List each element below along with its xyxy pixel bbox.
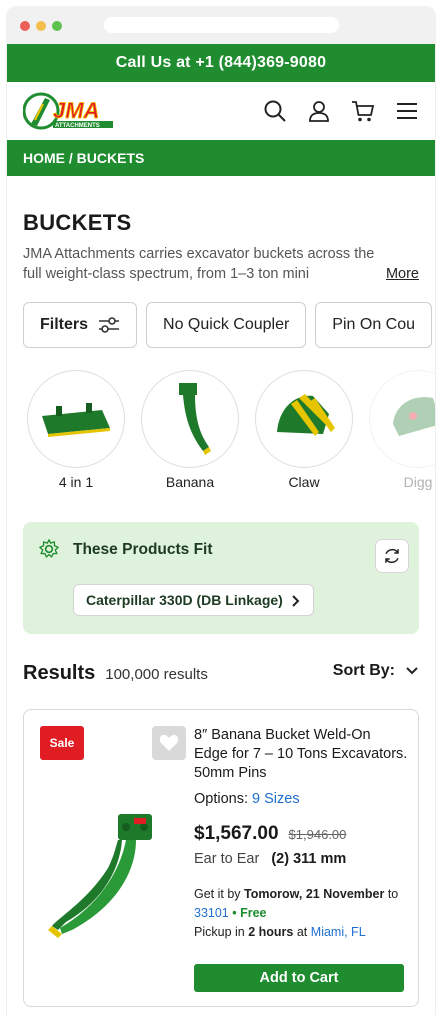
chevron-right-icon (292, 595, 300, 607)
page-description: JMA Attachments carries excavator bucket… (23, 246, 375, 282)
sale-badge: Sale (40, 726, 84, 760)
menu-icon[interactable] (395, 99, 419, 123)
wishlist-button[interactable] (152, 726, 186, 760)
call-text[interactable]: Call Us at +1 (844)369-9080 (116, 54, 326, 72)
category-claw[interactable]: Claw (255, 370, 353, 490)
description-row: JMA Attachments carries excavator bucket… (23, 244, 419, 284)
category-4-in-1[interactable]: 4 in 1 (27, 370, 125, 490)
filter-chip-pin-on-coupler[interactable]: Pin On Cou (315, 302, 433, 348)
site-header: JMA ATTACHMENTS (7, 82, 435, 140)
four-in-one-bucket-icon (42, 403, 110, 437)
claw-bucket-icon (277, 394, 335, 436)
filters-label: Filters (40, 316, 89, 333)
breadcrumb-text[interactable]: HOME / BUCKETS (23, 150, 144, 166)
results-title: Results (23, 662, 96, 684)
filter-chip-label: No Quick Coupler (163, 316, 290, 333)
product-options: Options: 9 Sizes (194, 791, 408, 807)
digging-bucket-icon (393, 397, 435, 436)
delivery-info: Get it by Tomorow, 21 November to 33101 … (194, 885, 408, 942)
product-image[interactable] (48, 808, 168, 938)
vehicle-selector[interactable]: Caterpillar 330D (DB Linkage) (73, 584, 314, 616)
filter-chip-no-quick-coupler[interactable]: No Quick Coupler (146, 302, 307, 348)
shipping-free: • Free (232, 906, 267, 920)
refresh-fitment-button[interactable] (375, 539, 409, 573)
pickup-at: at (296, 925, 308, 939)
page-frame: Call Us at +1 (844)369-9080 JMA ATTACHME… (6, 44, 436, 1015)
sort-dropdown[interactable]: Sort By: (333, 662, 419, 680)
price-row: $1,567.00 $1,946.00 (194, 823, 408, 845)
pickup-line: Pickup in 2 hours at Miami, FL (194, 923, 408, 942)
close-window-dot[interactable] (20, 21, 30, 31)
logo-tagline: ATTACHMENTS (55, 123, 100, 129)
call-bar[interactable]: Call Us at +1 (844)369-9080 (7, 44, 435, 82)
more-link[interactable]: More (381, 264, 419, 284)
delivery-line: Get it by Tomorow, 21 November to (194, 885, 408, 904)
product-old-price: $1,946.00 (288, 827, 347, 842)
options-link[interactable]: 9 Sizes (252, 791, 300, 807)
delivery-date: Tomorow, 21 November (244, 887, 385, 901)
page-title: BUCKETS (23, 210, 132, 235)
header-icons (263, 99, 419, 123)
category-image[interactable] (369, 370, 435, 468)
category-image[interactable] (255, 370, 353, 468)
delivery-prefix: Get it by (194, 887, 241, 901)
category-carousel: 4 in 1 Banana Claw Digg (7, 348, 435, 490)
refresh-icon (385, 548, 399, 564)
product-name[interactable]: 8″ Banana Bucket Weld-On Edge for 7 – 10… (194, 726, 408, 783)
category-banana[interactable]: Banana (141, 370, 239, 490)
logo[interactable]: JMA ATTACHMENTS (23, 90, 115, 132)
chevron-down-icon (406, 667, 418, 675)
spec-label: Ear to Ear (194, 851, 260, 867)
pickup-time: 2 hours (248, 925, 294, 939)
product-info: 8″ Banana Bucket Weld-On Edge for 7 – 10… (194, 726, 408, 942)
pickup-prefix: Pickup in (194, 925, 245, 939)
shipping-line: 33101 • Free (194, 904, 408, 923)
zip-link[interactable]: 33101 (194, 906, 229, 920)
breadcrumb[interactable]: HOME / BUCKETS (7, 140, 435, 176)
banana-bucket-icon (179, 383, 211, 455)
jma-logo-icon: JMA ATTACHMENTS (23, 92, 113, 130)
address-bar[interactable] (104, 17, 339, 33)
delivery-to: to (387, 887, 399, 901)
product-card[interactable]: Sale 8″ Banana Bucket Weld-On Edge for 7… (23, 709, 419, 1007)
category-image[interactable] (141, 370, 239, 468)
search-icon[interactable] (263, 99, 287, 123)
pickup-location-link[interactable]: Miami, FL (311, 925, 366, 939)
title-block: BUCKETS JMA Attachments carries excavato… (7, 176, 435, 284)
minimize-window-dot[interactable] (36, 21, 46, 31)
spec-value: (2) 311 mm (271, 851, 347, 867)
results-header: Results 100,000 results Sort By: (7, 634, 435, 685)
heart-icon (159, 734, 179, 751)
cart-icon[interactable] (351, 99, 375, 123)
add-to-cart-button[interactable]: Add to Cart (194, 964, 404, 992)
options-label: Options: (194, 791, 248, 807)
sort-label: Sort By: (332, 662, 395, 679)
product-price: $1,567.00 (194, 823, 279, 844)
gear-icon (39, 539, 59, 558)
spec-row: Ear to Ear (2) 311 mm (194, 851, 408, 867)
category-digging[interactable]: Digg (369, 370, 435, 490)
category-label[interactable]: Banana (166, 474, 214, 490)
category-image[interactable] (27, 370, 125, 468)
sliders-icon (99, 317, 120, 333)
user-icon[interactable] (307, 99, 331, 123)
category-label[interactable]: Digg (404, 474, 433, 490)
logo-text: JMA (53, 98, 99, 123)
fitment-box: These Products Fit Caterpillar 330D (DB … (23, 522, 419, 634)
category-label[interactable]: 4 in 1 (59, 474, 93, 490)
filter-row: Filters No Quick Coupler Pin On Cou (7, 284, 435, 348)
filter-chip-label: Pin On Cou (332, 316, 416, 333)
vehicle-name: Caterpillar 330D (DB Linkage) (86, 592, 283, 608)
results-count: 100,000 results (105, 666, 208, 683)
filters-button[interactable]: Filters (23, 302, 138, 348)
maximize-window-dot[interactable] (52, 21, 62, 31)
add-to-cart-label: Add to Cart (259, 970, 339, 986)
fitment-title: These Products Fit (73, 541, 213, 558)
category-label[interactable]: Claw (288, 474, 319, 490)
browser-chrome (6, 6, 436, 44)
